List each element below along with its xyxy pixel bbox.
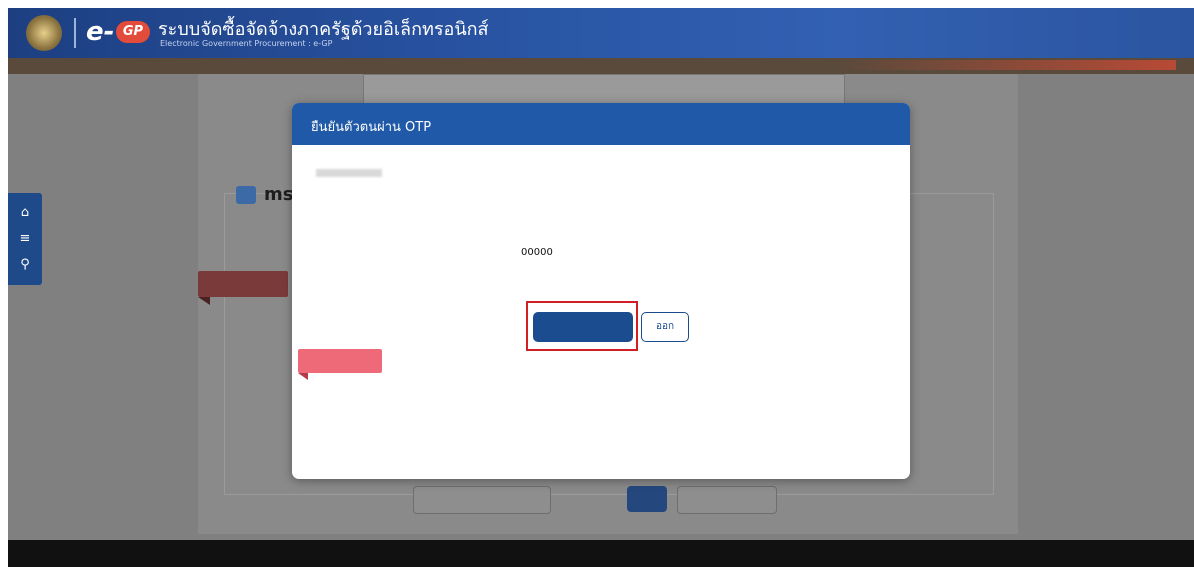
otp-intro-text	[312, 168, 386, 177]
otp-input[interactable]: 00000	[521, 247, 553, 258]
egp-logo[interactable]: e-	[86, 17, 114, 47]
back-home-button[interactable]	[677, 486, 777, 514]
note-tag-tail	[298, 373, 308, 380]
section-title: ms	[264, 184, 294, 205]
page-action-bar	[413, 486, 777, 514]
page-red-tag	[198, 271, 288, 297]
back-step-button[interactable]	[413, 486, 551, 514]
document-icon	[236, 186, 256, 204]
modal-title: ยืนยันตัวตนผ่าน OTP	[311, 120, 432, 135]
exit-button[interactable]: ออก	[641, 312, 689, 342]
side-nav: ⌂ ≡ ⚲	[8, 193, 42, 285]
site-header: e- GP ระบบจัดซื้อจัดจ้างภาครัฐด้วยอิเล็ก…	[8, 8, 1194, 58]
otp-modal: ยืนยันตัวตนผ่าน OTP 00000 ออก	[292, 103, 910, 479]
site-subtitle: Electronic Government Procurement : e-GP	[160, 39, 333, 48]
egp-logo-badge[interactable]: GP	[116, 21, 150, 43]
page-red-tag-tail	[198, 297, 210, 305]
search-icon[interactable]: ⚲	[17, 257, 33, 273]
header-divider	[74, 18, 76, 48]
header-strip-accent	[836, 60, 1176, 70]
confirm-signature-button[interactable]	[533, 312, 633, 342]
page-footer	[8, 540, 1194, 567]
home-icon[interactable]: ⌂	[17, 205, 33, 221]
note-tag	[298, 349, 382, 373]
print-button[interactable]	[627, 486, 667, 512]
browser-frame: e- GP ระบบจัดซื้อจัดจ้างภาครัฐด้วยอิเล็ก…	[8, 8, 1194, 567]
masked-recipient	[316, 168, 382, 177]
government-seal-icon	[26, 15, 62, 51]
modal-header: ยืนยันตัวตนผ่าน OTP	[292, 103, 910, 145]
menu-icon[interactable]: ≡	[17, 231, 33, 247]
